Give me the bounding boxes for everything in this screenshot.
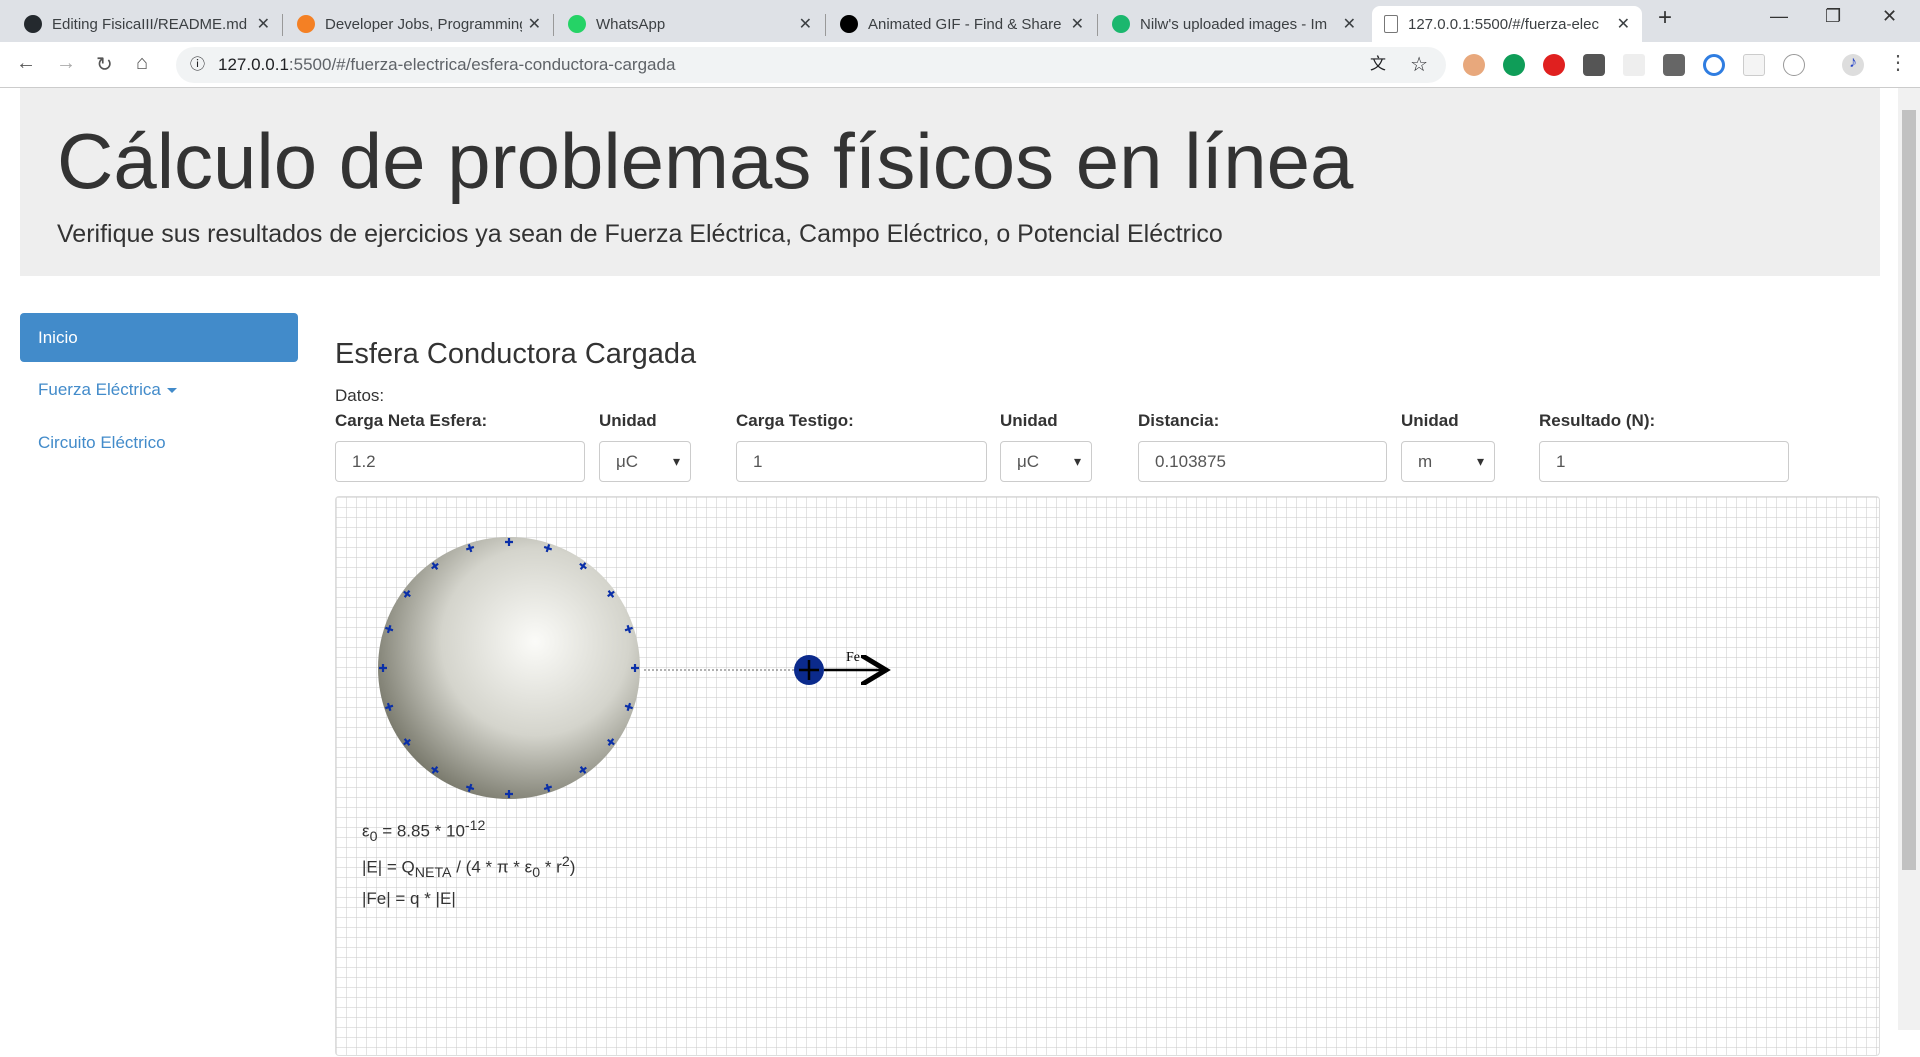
scrollbar-thumb[interactable] xyxy=(1902,110,1916,870)
pocket-icon[interactable] xyxy=(1583,54,1605,76)
unit-select[interactable]: μC xyxy=(599,441,691,482)
giphy-icon xyxy=(840,15,858,33)
unit-select[interactable]: m xyxy=(1401,441,1495,482)
tab-title: Animated GIF - Find & Share xyxy=(868,15,1062,33)
browser-tab[interactable]: 127.0.0.1:5500/#/fuerza-elec ✕ xyxy=(1372,6,1642,42)
field-value: 1 xyxy=(1556,452,1566,471)
close-window-button[interactable]: ✕ xyxy=(1882,6,1897,27)
url-path: :5500/#/fuerza-electrica/esfera-conducto… xyxy=(288,55,676,74)
hangouts-icon[interactable] xyxy=(1503,54,1525,76)
field-value: 1.2 xyxy=(352,452,376,471)
diagram-svg: Fe xyxy=(378,537,1881,799)
home-icon[interactable]: ⌂ xyxy=(136,52,148,75)
caret-down-icon xyxy=(166,388,177,394)
tab-title: Editing FisicaIII/README.md xyxy=(52,15,248,33)
url-bar[interactable]: ⓘ 127.0.0.1:5500/#/fuerza-electrica/esfe… xyxy=(176,47,1446,83)
browser-tab[interactable]: Editing FisicaIII/README.md ✕ xyxy=(12,6,282,42)
formula-force: |Fe| = q * |E| xyxy=(362,889,456,909)
field-label: Resultado (N): xyxy=(1539,411,1656,430)
tab-separator xyxy=(1097,14,1098,36)
formula-epsilon: ε0 = 8.85 * 10-12 xyxy=(362,818,486,846)
conducting-sphere xyxy=(378,537,640,799)
field-label: Carga Neta Esfera: xyxy=(335,411,488,430)
extension-icon[interactable] xyxy=(1743,54,1765,76)
reload-icon[interactable]: ↻ xyxy=(96,52,113,77)
sidebar-item-circuito-electrico[interactable]: Circuito Eléctrico xyxy=(38,433,166,453)
tab-title: WhatsApp xyxy=(596,15,666,33)
browser-tab[interactable]: Nilw's uploaded images - Im ✕ xyxy=(1100,6,1368,42)
page-icon xyxy=(1384,15,1398,33)
new-tab-button[interactable]: + xyxy=(1658,4,1672,32)
info-icon[interactable]: ⓘ xyxy=(190,47,205,83)
datos-label: Datos: xyxy=(335,386,385,405)
field-value: 1 xyxy=(753,452,763,471)
tab-title: Developer Jobs, Programming xyxy=(325,15,522,33)
close-tab-icon[interactable]: ✕ xyxy=(528,14,541,34)
browser-tab[interactable]: WhatsApp ✕ xyxy=(556,6,824,42)
forward-icon[interactable]: → xyxy=(56,52,76,75)
value-input[interactable]: 0.103875 xyxy=(1138,441,1387,482)
stackoverflow-icon xyxy=(297,15,315,33)
close-tab-icon[interactable]: ✕ xyxy=(1071,14,1084,34)
close-tab-icon[interactable]: ✕ xyxy=(799,14,812,34)
formulas: ε0 = 8.85 * 10-12 |E| = QNETA / (4 * π *… xyxy=(362,814,575,911)
tab-separator xyxy=(282,14,283,36)
sidebar-item-inicio[interactable]: Inicio xyxy=(20,313,298,362)
adblock-icon[interactable] xyxy=(1543,54,1565,76)
diagram-canvas: Fe xyxy=(335,496,1880,1056)
field-label: Unidad xyxy=(1000,411,1058,430)
jumbotron: Cálculo de problemas físicos en línea Ve… xyxy=(20,88,1880,276)
field-label: Distancia: xyxy=(1138,411,1220,430)
whatsapp-icon xyxy=(568,15,586,33)
force-label: Fe xyxy=(846,650,860,665)
value-input[interactable]: 1.2 xyxy=(335,441,585,482)
section-title: Esfera Conductora Cargada xyxy=(335,338,697,370)
value-input[interactable]: 1 xyxy=(736,441,987,482)
browser-tab[interactable]: Developer Jobs, Programming ✕ xyxy=(285,6,553,42)
value-input[interactable]: 1 xyxy=(1539,441,1789,482)
field-value: μC xyxy=(1017,452,1040,471)
field-label: Unidad xyxy=(599,411,657,430)
extension-icon[interactable] xyxy=(1463,54,1485,76)
extension-icon[interactable] xyxy=(1623,54,1645,76)
menu-icon[interactable]: ⋮ xyxy=(1888,50,1908,75)
tab-separator xyxy=(553,14,554,36)
field-label: Carga Testigo: xyxy=(736,411,854,430)
tab-separator xyxy=(825,14,826,36)
imgur-icon xyxy=(1112,15,1130,33)
bookmark-star-icon[interactable]: ☆ xyxy=(1410,47,1428,83)
minimize-button[interactable]: — xyxy=(1770,6,1788,27)
unit-select[interactable]: μC xyxy=(1000,441,1092,482)
angular-icon[interactable] xyxy=(1663,54,1685,76)
field-value: μC xyxy=(616,452,639,471)
close-tab-icon[interactable]: ✕ xyxy=(257,14,270,34)
sidebar-item-label: Fuerza Eléctrica xyxy=(38,380,161,399)
scrollbar[interactable] xyxy=(1898,88,1920,1030)
tab-title: 127.0.0.1:5500/#/fuerza-elec xyxy=(1408,15,1599,33)
field-label: Unidad xyxy=(1401,411,1459,430)
url-host: 127.0.0.1 xyxy=(218,55,289,74)
block-icon[interactable] xyxy=(1703,54,1725,76)
page-subtitle: Verifique sus resultados de ejercicios y… xyxy=(57,220,1223,248)
field-value: 0.103875 xyxy=(1155,452,1226,471)
sidebar-item-label: Inicio xyxy=(38,328,78,347)
profile-avatar[interactable]: ♪ xyxy=(1842,54,1864,76)
github-icon xyxy=(24,15,42,33)
sidebar-item-fuerza-electrica[interactable]: Fuerza Eléctrica xyxy=(38,380,177,400)
tab-title: Nilw's uploaded images - Im xyxy=(1140,15,1328,33)
maximize-button[interactable]: ❐ xyxy=(1825,6,1841,27)
browser-tab[interactable]: Animated GIF - Find & Share ✕ xyxy=(828,6,1096,42)
close-tab-icon[interactable]: ✕ xyxy=(1617,14,1630,34)
close-tab-icon[interactable]: ✕ xyxy=(1343,14,1356,34)
back-icon[interactable]: ← xyxy=(16,52,36,75)
formula-field: |E| = QNETA / (4 * π * ε0 * r2) xyxy=(362,854,576,882)
page-title: Cálculo de problemas físicos en línea xyxy=(57,117,1354,205)
address-toolbar: ← → ↻ ⌂ ⓘ 127.0.0.1:5500/#/fuerza-electr… xyxy=(0,42,1920,88)
field-value: m xyxy=(1418,452,1433,471)
sidebar-item-label: Circuito Eléctrico xyxy=(38,433,166,452)
tab-strip: Editing FisicaIII/README.md ✕ Developer Jo… xyxy=(0,0,1920,42)
json-icon[interactable] xyxy=(1783,54,1805,76)
translate-icon[interactable]: 文 xyxy=(1370,47,1386,83)
